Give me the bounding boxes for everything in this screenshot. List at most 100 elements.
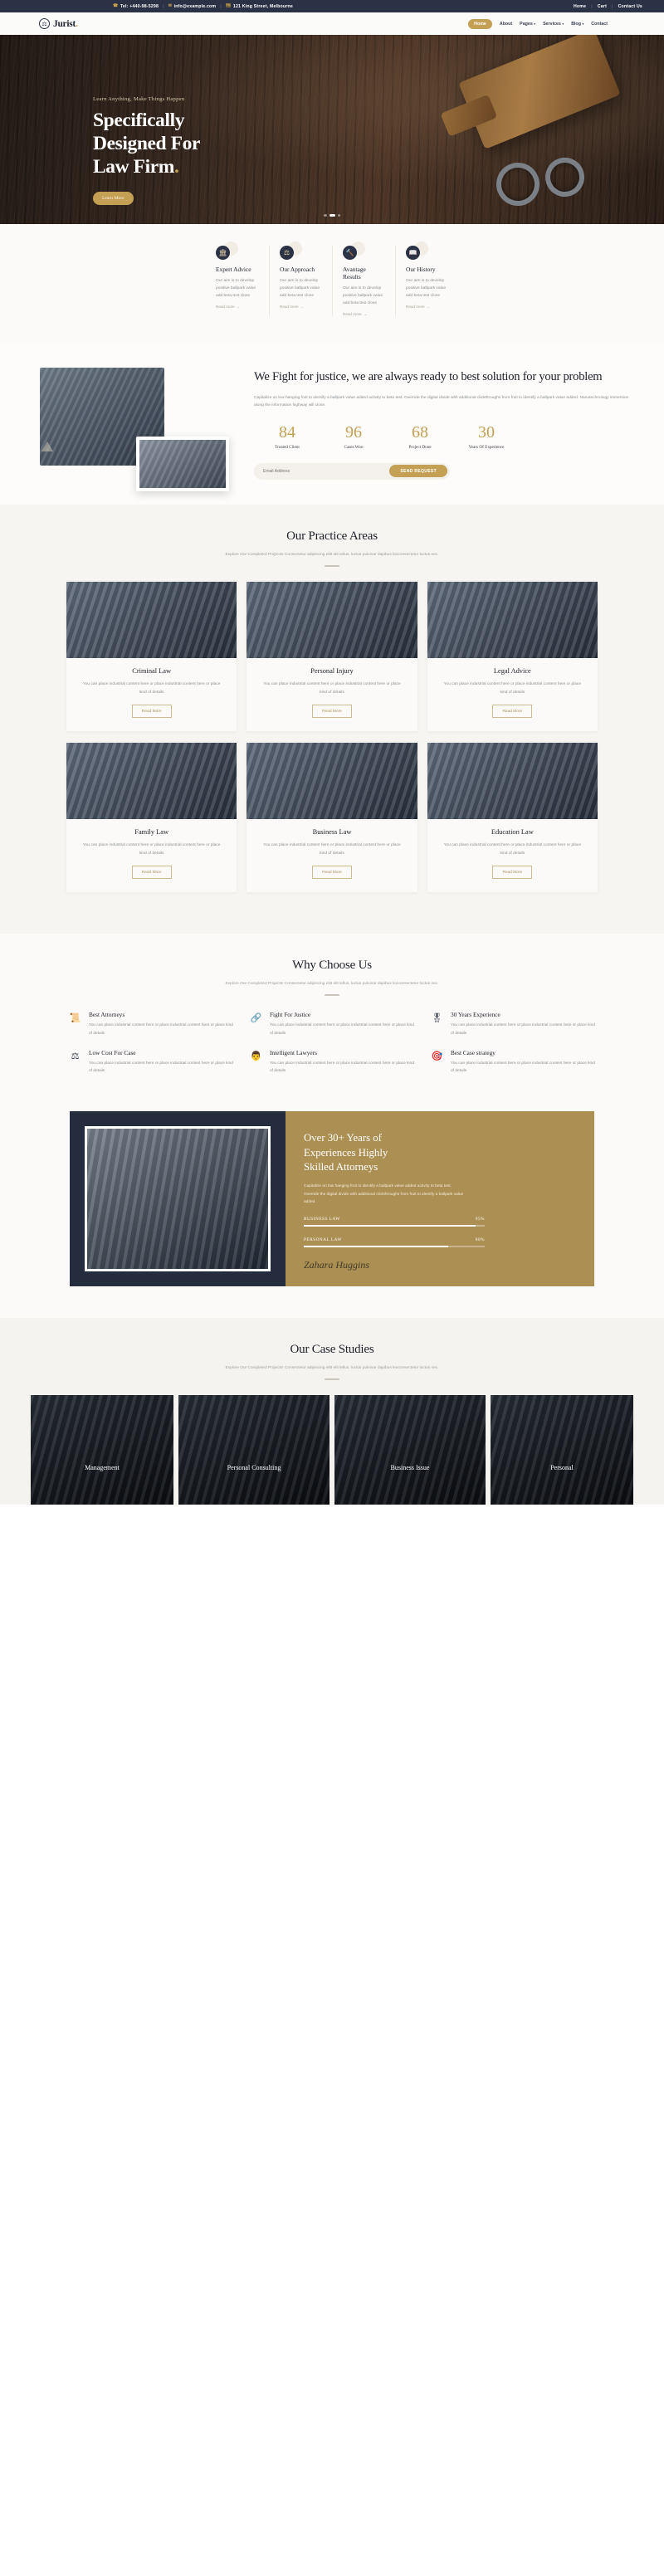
practice-card-personal-injury[interactable]: Personal Injury You can place industrial… [247,582,417,732]
why-item-best-attorneys: 📜 Best Attorneys You can place industria… [68,1011,234,1037]
practice-card-title: Business Law [312,828,352,837]
skill-label: PERSONAL LAW [304,1237,342,1243]
practice-card-read-more-button[interactable]: Read More [492,866,533,880]
case-studies-section: Our Case Studies Explore Our Completed P… [0,1317,664,1505]
top-bar-address: 🗺 121 King Street, Melbourne [226,4,293,9]
nav-item-home[interactable]: Home [468,18,492,29]
practice-card-image [427,743,598,820]
hero-slider-dot-2[interactable] [329,213,335,217]
chevron-down-icon: ▾ [534,22,536,26]
hero-title: Specifically Designed For Law Firm. [93,110,664,179]
practice-card-read-more-button[interactable]: Read More [492,705,533,719]
practice-card-business-law[interactable]: Business Law You can place industrial co… [247,743,417,893]
about-title: We Fight for justice, we are always read… [254,370,603,384]
practice-card-title: Personal Injury [310,667,354,676]
counter-label: Cases Won [344,444,364,450]
practice-card-text: You can place industrial content here or… [443,843,582,856]
feature-card-our-history[interactable]: 📖 Our History Our aim is to develop posi… [395,242,458,317]
case-card-personal[interactable]: Personal [491,1394,633,1505]
top-bar-link-cart[interactable]: Cart [598,4,607,9]
brand-logo[interactable]: ⚖ Jurist. [39,18,78,29]
practice-card-education-law[interactable]: Education Law You can place industrial c… [427,743,598,893]
why-item-title: Low Cost For Case [89,1048,136,1056]
practice-card-text: You can place industrial content here or… [82,682,221,695]
case-studies-carousel: Management Personal Consulting Business … [0,1394,664,1505]
counter-value: 68 [412,422,428,442]
email-input[interactable] [263,468,385,474]
practice-card-family-law[interactable]: Family Law You can place industrial cont… [66,743,237,893]
why-item-text: You can place industrial content here or… [89,1061,233,1074]
hero-content: Learn Anything, Make Things Happen Speci… [0,35,664,205]
why-item-title: 30 Years Experience [451,1011,500,1019]
envelope-icon: ✉ [168,3,173,8]
hero-title-line-2: Designed For [93,132,201,154]
why-item-text: You can place industrial content here or… [270,1023,414,1036]
why-item-text: You can place industrial content here or… [451,1061,595,1074]
hero-learn-more-button[interactable]: Learn More [93,191,134,205]
nav-item-services[interactable]: Services ▾ [543,22,564,27]
bank-columns-icon: 🏛 [216,246,230,260]
feature-read-more-link[interactable]: Read more → [406,305,448,309]
about-section: We Fight for justice, we are always read… [0,341,664,505]
top-bar-address-label: 121 King Street, Melbourne [232,3,293,9]
counter-label: Years Of Experience [468,444,505,450]
nav-item-contact[interactable]: Contact [591,22,608,27]
practice-card-read-more-button[interactable]: Read More [312,866,352,880]
experience-photo-panel [70,1111,286,1286]
send-request-button[interactable]: SEND REQUEST [389,465,447,478]
why-item-text: You can place industrial content here or… [451,1023,595,1036]
top-bar-link-home[interactable]: Home [574,4,586,9]
practice-card-read-more-button[interactable]: Read More [131,705,172,719]
why-item-intelligent-lawyers: 👨 Intelligent Lawyers You can place indu… [249,1049,415,1075]
feature-read-more-link[interactable]: Read more → [343,312,385,316]
counter-value: 96 [345,422,362,442]
brand-dot: . [75,18,78,29]
scales-icon: ⚖ [71,1051,80,1061]
top-bar-email[interactable]: ✉ info@example.com [168,4,217,9]
main-navigation: ⚖ Jurist. Home About Pages ▾ Services ▾ Bl… [0,12,664,35]
skill-bar-track [304,1225,485,1227]
feature-text: Our aim is to develop positive ballpark … [343,286,383,306]
skill-bar-fill [304,1225,476,1227]
case-card-caption: Personal Consulting [227,1463,281,1471]
top-bar-contact-group: ☎ Tel: +440-98-5298 | ✉ info@example.com… [113,4,293,9]
feature-card-our-approach[interactable]: ⚖ Our Approach Our aim is to develop pos… [269,242,332,317]
skill-value: 95% [475,1217,485,1222]
nav-item-pages[interactable]: Pages ▾ [520,22,535,27]
chevron-down-icon: ▾ [562,22,564,26]
section-title: Our Case Studies [290,1342,374,1356]
practice-card-text: You can place industrial content here or… [443,682,582,695]
hero-slider-dot-1[interactable] [324,213,327,217]
feature-cards: 🏛 Expert Advice Our aim is to develop po… [0,224,664,342]
nav-item-blog[interactable]: Blog ▾ [571,22,583,27]
case-card-business-issue[interactable]: Business Issue [334,1394,486,1505]
book-icon: 📖 [406,246,420,260]
feature-card-avantage-results[interactable]: 🔨 Avantage Results Our aim is to develop… [332,242,395,317]
feature-card-expert-advice[interactable]: 🏛 Expert Advice Our aim is to develop po… [206,242,269,316]
feature-read-more-link[interactable]: Read more → [280,305,322,309]
hero-slider-dot-3[interactable] [337,213,340,217]
experience-content-panel: Over 30+ Years of Experiences Highly Ski… [286,1111,594,1286]
practice-card-criminal-law[interactable]: Criminal Law You can place industrial co… [66,582,237,732]
case-card-personal-consulting[interactable]: Personal Consulting [178,1394,330,1505]
practice-card-title: Criminal Law [132,667,172,676]
case-card-management[interactable]: Management [31,1394,173,1505]
feature-read-more-link[interactable]: Read more → [216,305,259,309]
top-bar-phone[interactable]: ☎ Tel: +440-98-5298 [113,4,159,9]
why-item-title: Fight For Justice [270,1011,311,1019]
top-bar-separator: | [591,3,593,9]
team-meeting-photo [136,436,229,491]
counter-label: Trusted Client [275,444,300,450]
nav-menu: Home About Pages ▾ Services ▾ Blog ▾ Contac… [468,18,608,29]
practice-card-read-more-button[interactable]: Read More [131,866,172,880]
arrow-right-icon: → [363,312,368,317]
top-bar-separator: | [163,3,164,9]
nav-item-about[interactable]: About [500,22,512,27]
skill-bar-track [304,1246,485,1247]
practice-card-legal-advice[interactable]: Legal Advice You can place industrial co… [427,582,598,732]
practice-card-read-more-button[interactable]: Read More [312,705,352,719]
skill-business-law: BUSINESS LAW 95% [304,1217,485,1227]
top-bar-link-contact-us[interactable]: Contact Us [618,4,642,9]
feature-title: Our Approach [280,266,315,273]
shield-badge-icon: 🎖 [431,1013,443,1024]
